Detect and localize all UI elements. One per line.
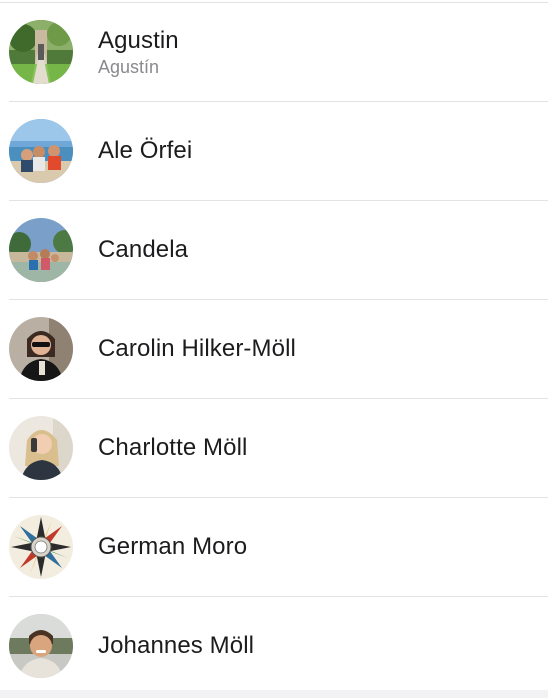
avatar-photo-garden-path [9, 20, 73, 84]
contact-list: Agustin Agustín Ale Örfei Candela Caroli… [0, 2, 548, 696]
contact-name: Candela [98, 236, 189, 263]
contact-name: Ale Örfei [98, 137, 193, 164]
contact-row-candela[interactable]: Candela [9, 201, 548, 300]
avatar-photo-woman-sunglasses [9, 317, 73, 381]
contact-text: Candela [98, 201, 188, 299]
avatar[interactable] [9, 119, 73, 183]
contact-text: German Moro [98, 498, 247, 596]
avatar[interactable] [9, 416, 73, 480]
contact-text: Agustin Agustín [98, 3, 179, 101]
avatar[interactable] [9, 317, 73, 381]
avatar-photo-woman-blonde [9, 416, 73, 480]
avatar[interactable] [9, 614, 73, 678]
contact-row-charlotte-moll[interactable]: Charlotte Möll [9, 399, 548, 498]
contact-name: Johannes Möll [98, 632, 255, 659]
contact-text: Ale Örfei [98, 102, 192, 200]
avatar-photo-beach-group [9, 119, 73, 183]
bottom-bar [0, 690, 548, 698]
avatar[interactable] [9, 515, 73, 579]
contact-text: Carolin Hilker-Möll [98, 300, 296, 398]
contact-name: Charlotte Möll [98, 434, 248, 461]
contact-text: Johannes Möll [98, 597, 254, 695]
contact-row-agustin[interactable]: Agustin Agustín [9, 3, 548, 102]
contact-name: German Moro [98, 533, 248, 560]
avatar-image-compass-rose [9, 515, 73, 579]
contact-row-johannes-moll[interactable]: Johannes Möll [9, 597, 548, 696]
contact-row-carolin-hilker-moll[interactable]: Carolin Hilker-Möll [9, 300, 548, 399]
contact-text: Charlotte Möll [98, 399, 247, 497]
contact-name: Carolin Hilker-Möll [98, 335, 296, 362]
contact-name: Agustin [98, 26, 179, 54]
contact-subtitle: Agustín [98, 56, 160, 77]
avatar[interactable] [9, 218, 73, 282]
contact-row-german-moro[interactable]: German Moro [9, 498, 548, 597]
avatar[interactable] [9, 20, 73, 84]
contact-row-ale-orfei[interactable]: Ale Örfei [9, 102, 548, 201]
avatar-photo-man-smiling [9, 614, 73, 678]
avatar-photo-river-group [9, 218, 73, 282]
